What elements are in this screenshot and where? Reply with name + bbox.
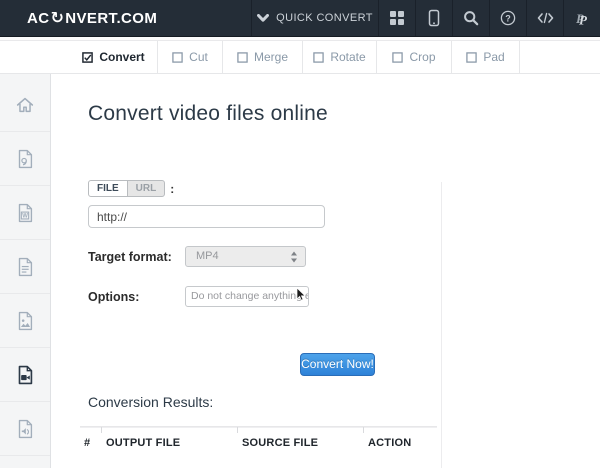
tab-label: Convert — [99, 50, 144, 64]
video-file-icon — [14, 364, 36, 386]
quick-convert-label: QUICK CONVERT — [276, 12, 373, 24]
audio-file-icon — [14, 418, 36, 440]
filetype-sidebar: W — [0, 74, 51, 468]
code-button[interactable] — [526, 0, 563, 36]
column-header-action: ACTION — [364, 427, 437, 453]
tab-convert[interactable]: Convert — [70, 41, 158, 73]
tab-rotate[interactable]: Rotate — [303, 41, 377, 73]
tab-label: Cut — [189, 50, 208, 64]
updown-arrows-icon — [290, 251, 298, 270]
apps-grid-button[interactable] — [378, 0, 415, 36]
svg-text:W: W — [22, 213, 28, 219]
url-toggle-button[interactable]: URL — [127, 180, 166, 197]
convert-now-button[interactable]: Convert Now! — [300, 353, 375, 376]
svg-text:?: ? — [505, 13, 511, 23]
sidebar-item-audio[interactable] — [0, 402, 50, 456]
target-format-select[interactable]: MP4 — [185, 246, 306, 267]
apps-grid-icon — [389, 10, 405, 26]
pdf-file-icon — [14, 148, 36, 170]
image-file-icon — [14, 310, 36, 332]
conversion-results-table: # OUTPUT FILE SOURCE FILE ACTION — [80, 426, 437, 453]
code-icon — [537, 11, 554, 25]
paypal-icon: P P — [574, 10, 590, 27]
table-header-row: # OUTPUT FILE SOURCE FILE ACTION — [80, 427, 437, 453]
checkbox-empty-icon — [466, 52, 477, 63]
checkbox-checked-icon — [82, 52, 93, 63]
checkbox-empty-icon — [392, 52, 403, 63]
top-navbar: AC ↻ NVERT.COM QUICK CONVERT ? — [0, 0, 600, 37]
sidebar-item-archive[interactable] — [0, 456, 50, 469]
main-content: Convert video files online FILE URL : Ta… — [51, 74, 600, 468]
sidebar-item-home[interactable] — [0, 78, 50, 132]
tab-pad[interactable]: Pad — [452, 41, 520, 73]
word-file-icon: W — [14, 202, 36, 224]
sidebar-item-video[interactable] — [0, 348, 50, 402]
help-button[interactable]: ? — [489, 0, 526, 36]
logo-text-prefix: AC — [27, 10, 49, 27]
checkbox-empty-icon — [172, 52, 183, 63]
svg-text:P: P — [579, 12, 588, 27]
home-icon — [14, 94, 36, 116]
checkbox-empty-icon — [237, 52, 248, 63]
column-header-source-file: SOURCE FILE — [238, 427, 364, 453]
target-format-label: Target format: — [88, 250, 172, 264]
options-select[interactable]: Do not change anything els — [185, 286, 309, 307]
page-body: W Convert — [0, 74, 600, 468]
tab-cut[interactable]: Cut — [158, 41, 223, 73]
file-toggle-button[interactable]: FILE — [88, 180, 128, 197]
search-button[interactable] — [452, 0, 489, 36]
tab-label: Merge — [254, 50, 288, 64]
tab-label: Rotate — [330, 50, 365, 64]
target-format-value: MP4 — [196, 250, 219, 262]
mobile-button[interactable] — [415, 0, 452, 36]
quick-convert-menu[interactable]: QUICK CONVERT — [251, 0, 378, 36]
help-icon: ? — [500, 10, 516, 26]
sidebar-item-image[interactable] — [0, 294, 50, 348]
options-value: Do not change anything els — [191, 290, 309, 302]
source-toggle: FILE URL : — [88, 180, 174, 197]
search-icon — [463, 10, 479, 26]
options-label: Options: — [88, 290, 139, 304]
conversion-results-heading: Conversion Results: — [88, 394, 213, 410]
paypal-button[interactable]: P P — [563, 0, 600, 36]
ebook-file-icon — [14, 256, 36, 278]
tab-merge[interactable]: Merge — [223, 41, 303, 73]
chevron-down-icon — [257, 14, 269, 23]
column-header-number: # — [80, 427, 102, 453]
checkbox-empty-icon — [313, 52, 324, 63]
column-header-output-file: OUTPUT FILE — [102, 427, 238, 453]
sidebar-item-ebook[interactable] — [0, 240, 50, 294]
logo-text-suffix: NVERT.COM — [65, 10, 157, 27]
sync-circle-icon: ↻ — [50, 10, 64, 26]
tab-label: Pad — [483, 50, 504, 64]
page-title: Convert video files online — [88, 102, 328, 126]
mobile-icon — [426, 9, 442, 27]
mouse-cursor-icon — [296, 287, 306, 307]
toggle-separator: : — [170, 182, 174, 196]
content-pane-divider — [441, 182, 442, 468]
site-logo[interactable]: AC ↻ NVERT.COM — [0, 0, 251, 36]
sidebar-item-pdf[interactable] — [0, 132, 50, 186]
sidebar-item-word[interactable]: W — [0, 186, 50, 240]
url-input[interactable] — [88, 205, 325, 228]
tool-tabs: Convert Cut Merge Rotate Crop Pad — [0, 40, 600, 74]
tab-crop[interactable]: Crop — [377, 41, 452, 73]
tab-label: Crop — [409, 50, 435, 64]
